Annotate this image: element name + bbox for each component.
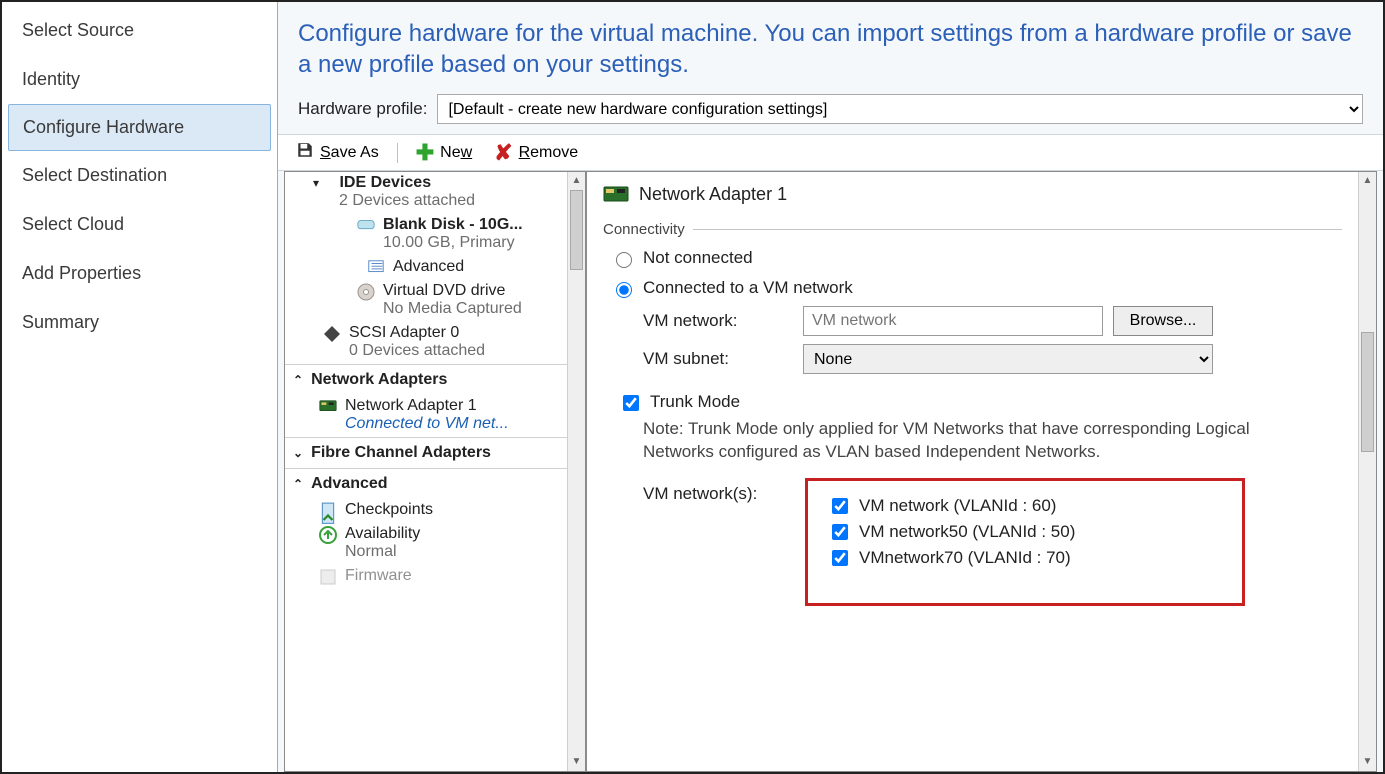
tree-checkpoints[interactable]: Checkpoints (285, 499, 567, 523)
network-adapter-icon (603, 186, 629, 204)
chevron-up-icon: ⌃ (293, 373, 303, 387)
scroll-down-icon[interactable]: ▼ (1359, 753, 1376, 771)
trunk-mode-checkbox[interactable] (623, 395, 639, 411)
network-adapter-icon (319, 398, 337, 414)
content-area: Configure hardware for the virtual machi… (278, 2, 1383, 772)
scroll-down-icon[interactable]: ▼ (568, 753, 585, 771)
scroll-up-icon[interactable]: ▲ (568, 172, 585, 190)
vm-network-check-0[interactable]: VM network (VLANId : 60) (828, 495, 1222, 517)
vm-networks-label: VM network(s): (643, 478, 793, 504)
tree-network-adapters-header[interactable]: ⌃ Network Adapters (285, 364, 567, 395)
scsi-icon (323, 325, 341, 341)
trunk-mode-checkbox-row[interactable]: Trunk Mode (619, 392, 1342, 414)
checkpoints-icon (319, 502, 337, 518)
wizard-step-add-properties[interactable]: Add Properties (2, 249, 277, 298)
vm-subnet-label: VM subnet: (643, 349, 793, 369)
hardware-profile-label: Hardware profile: (298, 99, 427, 119)
wizard-step-select-cloud[interactable]: Select Cloud (2, 200, 277, 249)
connectivity-fieldset: Connectivity (603, 221, 1342, 238)
radio-connected[interactable]: Connected to a VM network (611, 278, 1342, 298)
wizard-step-select-destination[interactable]: Select Destination (2, 151, 277, 200)
radio-not-connected-input[interactable] (616, 252, 632, 268)
firmware-icon (319, 568, 337, 584)
vm-network-row: VM network: Browse... (643, 306, 1342, 336)
toolbar-separator (397, 143, 398, 163)
detail-panel: Network Adapter 1 Connectivity Not conne… (587, 172, 1358, 771)
vm-network-check-2-input[interactable] (832, 550, 848, 566)
tree-scsi[interactable]: SCSI Adapter 0 0 Devices attached (285, 322, 567, 364)
wizard-nav: Select Source Identity Configure Hardwar… (2, 2, 278, 772)
tree-scrollbar[interactable]: ▲ ▼ (567, 172, 585, 771)
plus-icon: ✚ (416, 142, 434, 164)
vm-subnet-row: VM subnet: None (643, 344, 1342, 374)
wizard-step-summary[interactable]: Summary (2, 298, 277, 347)
tree-dvd[interactable]: Virtual DVD drive No Media Captured (285, 280, 567, 322)
new-button[interactable]: ✚ New (408, 140, 480, 166)
chevron-up-icon: ⌃ (293, 477, 303, 491)
vm-network-check-1[interactable]: VM network50 (VLANId : 50) (828, 521, 1222, 543)
list-icon (367, 259, 385, 275)
vm-network-input[interactable] (803, 306, 1103, 336)
vm-networks-row: VM network(s): VM network (VLANId : 60) … (643, 478, 1342, 606)
trunk-mode-note: Note: Trunk Mode only applied for VM Net… (643, 418, 1263, 464)
hardware-profile-row: Hardware profile: [Default - create new … (278, 90, 1383, 134)
dvd-icon (357, 283, 375, 299)
scroll-thumb[interactable] (570, 190, 583, 270)
vm-network-check-1-input[interactable] (832, 524, 848, 540)
detail-panel-wrap: Network Adapter 1 Connectivity Not conne… (586, 171, 1377, 772)
tree-advanced-header[interactable]: ⌃ Advanced (285, 468, 567, 499)
chevron-down-icon[interactable]: ▾ (313, 176, 319, 190)
save-as-button[interactable]: Save As (288, 139, 387, 166)
hardware-toolbar: Save As ✚ New ✘ Remove (278, 134, 1383, 171)
scroll-thumb[interactable] (1361, 332, 1374, 452)
tree-ide-devices[interactable]: IDE Devices (339, 174, 431, 192)
remove-icon: ✘ (494, 142, 512, 164)
tree-network-adapter-1[interactable]: Network Adapter 1 Connected to VM net... (285, 395, 567, 437)
hardware-tree: ▾ IDE Devices 2 Devices attached Blank D… (285, 172, 567, 771)
hardware-profile-select[interactable]: [Default - create new hardware configura… (437, 94, 1363, 124)
tree-availability[interactable]: Availability Normal (285, 523, 567, 565)
vm-network-check-2[interactable]: VMnetwork70 (VLANId : 70) (828, 547, 1222, 569)
tree-fibre-channel-header[interactable]: ⌄ Fibre Channel Adapters (285, 437, 567, 468)
vm-network-check-0-input[interactable] (832, 498, 848, 514)
availability-icon (319, 526, 337, 542)
wizard-step-select-source[interactable]: Select Source (2, 6, 277, 55)
scroll-up-icon[interactable]: ▲ (1359, 172, 1376, 190)
tree-blank-disk[interactable]: Blank Disk - 10G... 10.00 GB, Primary (285, 214, 567, 256)
detail-scrollbar[interactable]: ▲ ▼ (1358, 172, 1376, 771)
detail-title-row: Network Adapter 1 (603, 180, 1342, 213)
browse-button[interactable]: Browse... (1113, 306, 1213, 336)
save-icon (296, 141, 314, 164)
tree-advanced-leaf[interactable]: Advanced (285, 256, 567, 280)
tree-firmware[interactable]: Firmware (285, 565, 567, 589)
vm-networks-highlight-box: VM network (VLANId : 60) VM network50 (V… (805, 478, 1245, 606)
wizard-step-configure-hardware[interactable]: Configure Hardware (8, 104, 271, 151)
disk-icon (357, 217, 375, 233)
vm-subnet-select[interactable]: None (803, 344, 1213, 374)
page-heading: Configure hardware for the virtual machi… (278, 2, 1383, 90)
chevron-collapse-icon: ⌄ (293, 446, 303, 460)
wizard-step-identity[interactable]: Identity (2, 55, 277, 104)
remove-button[interactable]: ✘ Remove (486, 140, 586, 166)
tree-ide-sub: 2 Devices attached (313, 192, 559, 210)
radio-not-connected[interactable]: Not connected (611, 248, 1342, 268)
detail-title: Network Adapter 1 (639, 184, 787, 205)
radio-connected-input[interactable] (616, 282, 632, 298)
vm-network-label: VM network: (643, 311, 793, 331)
hardware-tree-panel: ▾ IDE Devices 2 Devices attached Blank D… (284, 171, 586, 772)
